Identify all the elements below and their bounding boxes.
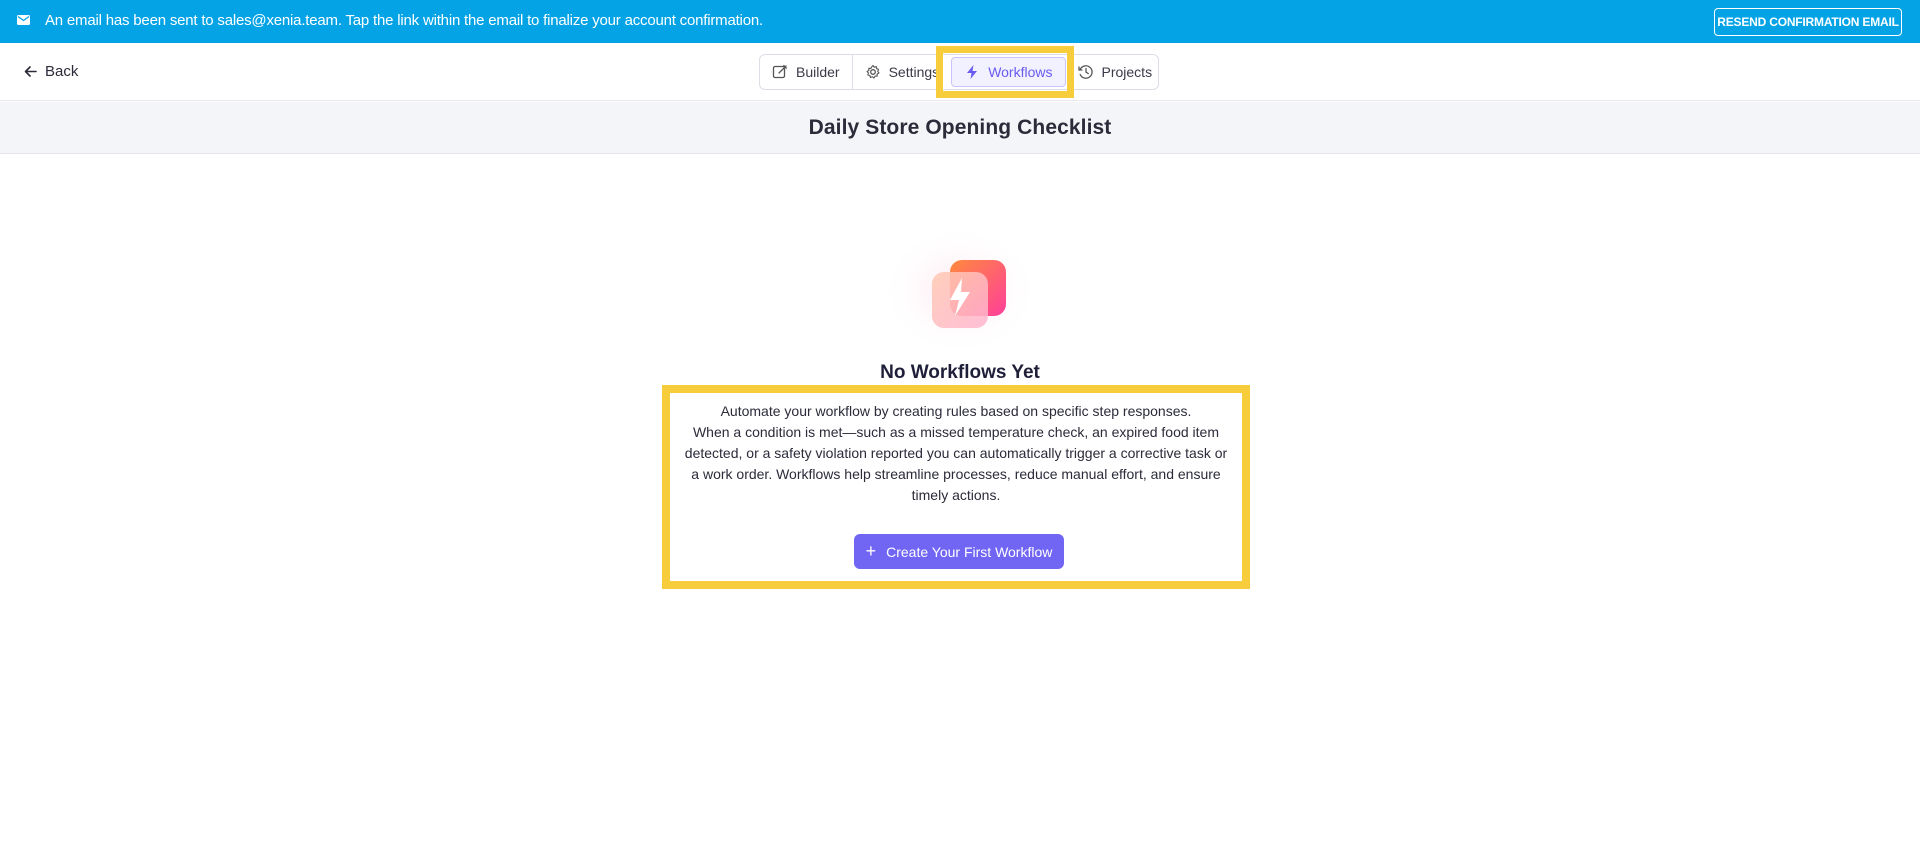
banner-message: An email has been sent to sales@xenia.te…	[45, 12, 763, 29]
tab-builder-label: Builder	[796, 64, 840, 80]
tab-projects-label: Projects	[1101, 64, 1153, 80]
back-label: Back	[45, 63, 79, 80]
clock-icon	[1077, 65, 1093, 79]
lightning-icon	[967, 65, 978, 79]
create-first-workflow-button[interactable]: + Create Your First Workflow	[854, 534, 1064, 569]
confirmation-banner: An email has been sent to sales@xenia.te…	[0, 0, 1920, 43]
description-line-2: When a condition is met—such as a missed…	[684, 424, 1228, 503]
tab-bar: Builder Settings Workflows Projects	[759, 54, 1159, 90]
resend-confirmation-button[interactable]: RESEND CONFIRMATION EMAIL	[1714, 8, 1902, 36]
tab-projects[interactable]: Projects	[1066, 55, 1165, 89]
tab-workflows[interactable]: Workflows	[951, 57, 1066, 87]
page-title: Daily Store Opening Checklist	[808, 115, 1112, 139]
arrow-left-icon	[24, 66, 37, 77]
workflow-lightning-icon	[880, 228, 1040, 358]
description-line-1: Automate your workflow by creating rules…	[720, 403, 1192, 419]
tab-settings[interactable]: Settings	[853, 55, 952, 89]
top-nav: Back Builder Settings Workflows Projects	[0, 43, 1920, 101]
page-title-bar: Daily Store Opening Checklist	[0, 102, 1920, 154]
empty-state-title: No Workflows Yet	[880, 362, 1040, 383]
back-button[interactable]: Back	[24, 63, 78, 80]
tab-builder[interactable]: Builder	[760, 55, 853, 89]
gear-icon	[866, 64, 880, 79]
tab-workflows-label: Workflows	[988, 64, 1053, 80]
plus-icon: +	[865, 540, 877, 561]
mail-icon	[17, 15, 30, 25]
tab-settings-label: Settings	[888, 64, 940, 80]
create-first-workflow-label: Create Your First Workflow	[886, 543, 1053, 560]
edit-icon	[772, 64, 788, 79]
empty-state-description: Automate your workflow by creating rules…	[682, 401, 1230, 506]
